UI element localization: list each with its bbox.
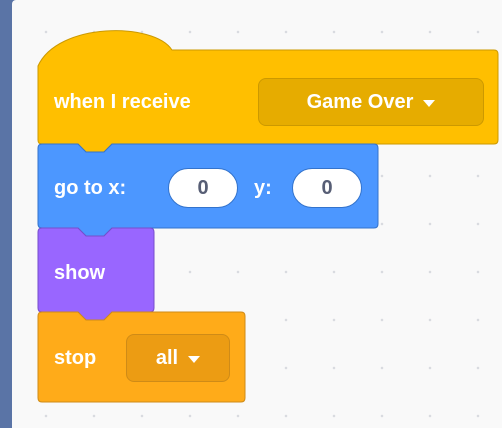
chevron-down-icon [423,99,436,107]
chevron-down-icon [188,355,201,363]
y-input[interactable]: 0 [292,168,362,208]
x-input[interactable]: 0 [168,168,238,208]
y-label: y: [254,177,272,199]
message-dropdown-value: Game Over [306,90,414,113]
stop-label: stop [54,347,97,369]
stop-option-dropdown[interactable]: all [126,334,230,382]
stop-option-value: all [155,346,179,369]
go-to-x-label: go to x: [54,177,127,199]
message-dropdown[interactable]: Game Over [258,78,484,126]
show-label: show [54,262,106,284]
when-i-receive-label: when I receive [54,91,191,113]
